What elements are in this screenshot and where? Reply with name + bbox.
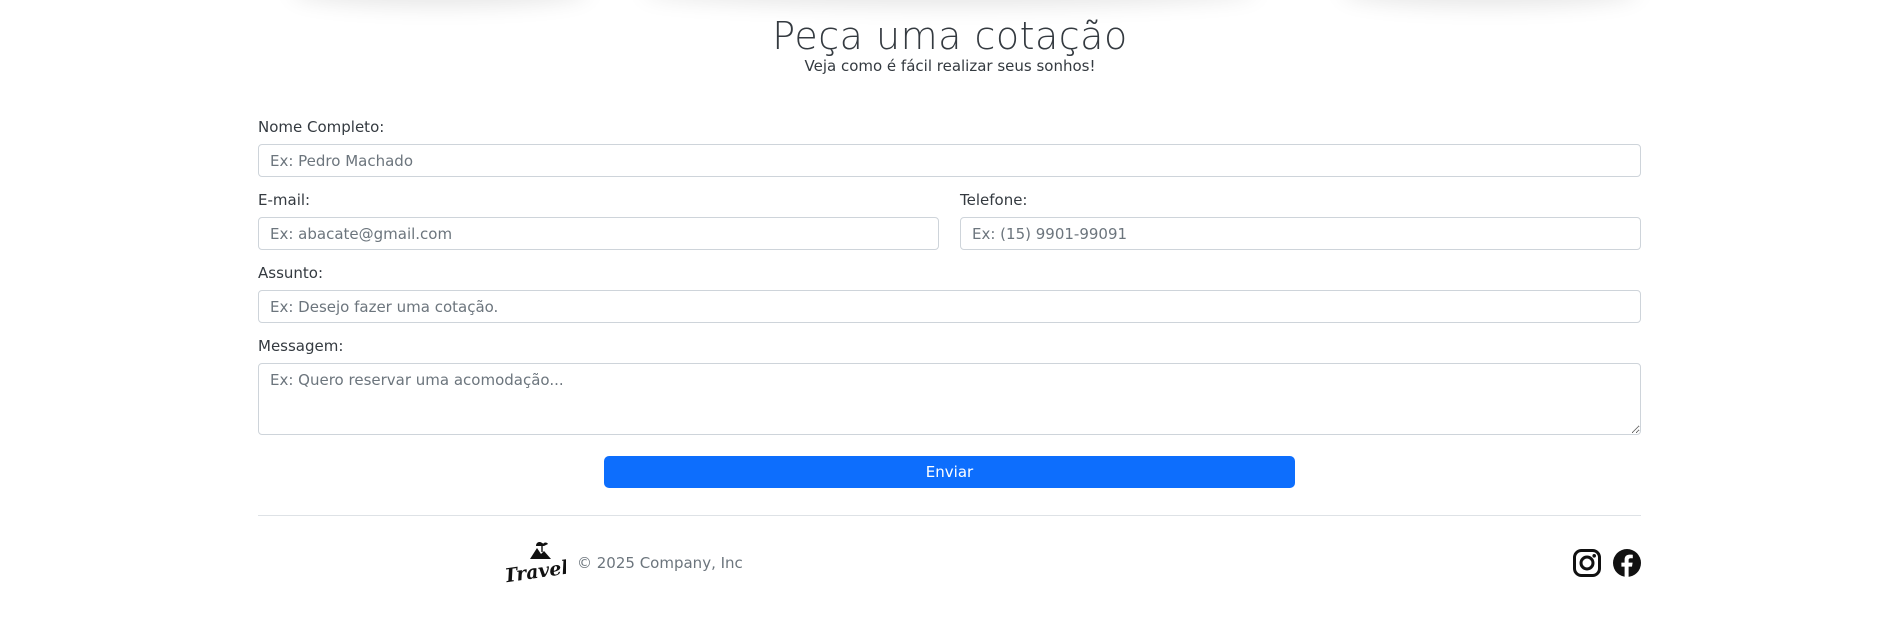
page-subtitle: Veja como é fácil realizar seus sonhos!	[804, 57, 1096, 75]
subject-label: Assunto:	[258, 264, 324, 282]
instagram-link[interactable]	[1572, 548, 1602, 578]
facebook-icon	[1613, 549, 1641, 577]
footer-divider	[258, 515, 1641, 516]
phone-label: Telefone:	[960, 191, 1028, 209]
email-label: E-mail:	[258, 191, 311, 209]
travel-logo: Travel	[506, 542, 566, 586]
message-label: Messagem:	[258, 337, 344, 355]
message-textarea[interactable]	[258, 363, 1641, 435]
subject-input[interactable]	[258, 290, 1641, 323]
submit-button[interactable]: Enviar	[604, 456, 1295, 488]
page-title: Peça uma cotação	[772, 14, 1128, 58]
facebook-link[interactable]	[1612, 548, 1642, 578]
name-label: Nome Completo:	[258, 118, 385, 136]
name-input[interactable]	[258, 144, 1641, 177]
instagram-icon	[1573, 549, 1601, 577]
page: Peça uma cotação Veja como é fácil reali…	[0, 0, 1900, 630]
phone-input[interactable]	[960, 217, 1641, 250]
email-input[interactable]	[258, 217, 939, 250]
copyright-text: © 2025 Company, Inc	[577, 554, 743, 572]
logo-text: Travel	[506, 557, 566, 586]
